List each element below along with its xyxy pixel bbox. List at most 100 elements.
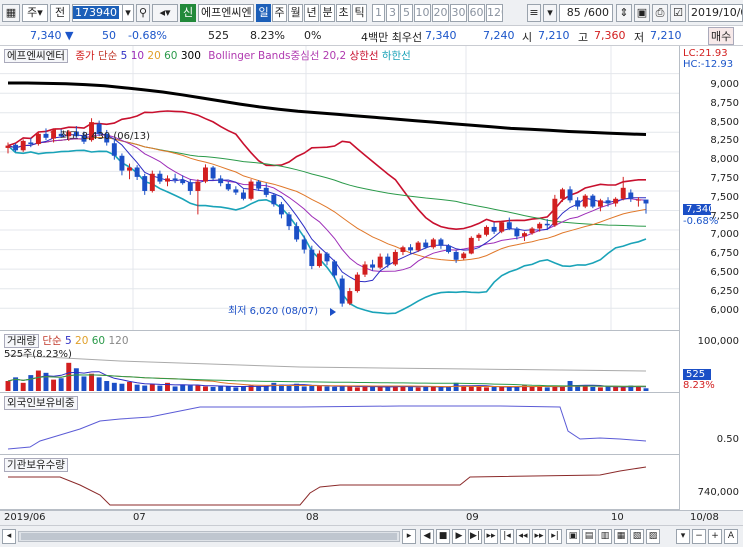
period-tab-6[interactable]: 틱: [352, 4, 367, 22]
candle-body: [111, 143, 117, 156]
ratio-value: 0%: [304, 29, 322, 42]
market-select[interactable]: 주▾: [22, 4, 48, 22]
volume-bar: [81, 376, 87, 391]
candle-body: [354, 274, 360, 292]
candle-body: [263, 187, 269, 195]
date-toggle-icon[interactable]: ☑: [670, 4, 686, 22]
price-axis: LC:21.93 HC:-12.93 9,000 8,750 8,500 8,250 8…: [679, 46, 743, 331]
volume-bar: [142, 385, 148, 391]
count-field[interactable]: 85 /600: [559, 4, 613, 22]
period-tab-5[interactable]: 초: [336, 4, 351, 22]
candle-body: [392, 251, 398, 265]
rewind-icon[interactable]: |◂: [500, 529, 514, 544]
arrows-icon[interactable]: ⇕: [616, 4, 632, 22]
open-label: 시: [522, 31, 533, 44]
period-tab-3[interactable]: 년: [304, 4, 319, 22]
save-icon[interactable]: ⎙: [652, 4, 668, 22]
zoom-out-icon[interactable]: −: [692, 529, 706, 544]
volume-bar: [430, 386, 436, 391]
stop-icon[interactable]: ■: [436, 529, 450, 544]
scroll-track[interactable]: [18, 531, 400, 542]
prev-icon[interactable]: ◂◂: [516, 529, 530, 544]
low-marker: [330, 308, 336, 316]
view-mode-2-icon[interactable]: ▤: [582, 529, 596, 544]
candle-body: [233, 189, 239, 193]
scroll-thumb[interactable]: [21, 533, 397, 540]
high-price: 7,360: [594, 29, 626, 42]
chevron-down-icon[interactable]: ▾: [676, 529, 690, 544]
view-mode-4-icon[interactable]: ▦: [614, 529, 628, 544]
legend-p5: 5: [120, 50, 128, 62]
candle-body: [13, 144, 19, 151]
candle-body: [20, 140, 26, 151]
type-select[interactable]: 전: [50, 4, 70, 22]
volume-bar: [529, 386, 535, 391]
zoom-in-icon[interactable]: +: [708, 529, 722, 544]
legend-p60: 60: [164, 50, 178, 62]
interval-1[interactable]: 3: [386, 4, 399, 22]
interval-0[interactable]: 1: [372, 4, 385, 22]
date-field[interactable]: 2019/10/0: [688, 4, 743, 22]
chart-scrollbar: ◂ ▸ ◀ ■ ▶ ▶| ▸▸ |◂ ◂◂ ▸▸ ▸| ▣ ▤ ▥ ▦ ▧ ▨ …: [0, 525, 743, 547]
price-chart[interactable]: [0, 46, 679, 331]
period-tab-4[interactable]: 분: [320, 4, 335, 22]
institution-chart[interactable]: [0, 455, 679, 510]
legend-institution[interactable]: 기관보유수량: [4, 458, 68, 472]
view-mode-3-icon[interactable]: ▥: [598, 529, 612, 544]
price-tick-6: 7,500: [710, 191, 739, 203]
settings-icon[interactable]: ≡: [527, 4, 541, 22]
buy-button[interactable]: 매수: [708, 27, 735, 45]
volume-bar: [468, 386, 474, 391]
volume-bar: [73, 368, 79, 391]
view-mode-5-icon[interactable]: ▧: [630, 529, 644, 544]
candle-body: [203, 167, 208, 182]
code-dropdown-icon[interactable]: ▾: [122, 4, 134, 22]
interval-7[interactable]: 120: [486, 4, 503, 22]
candle-body: [316, 253, 322, 267]
period-tab-2[interactable]: 월: [288, 4, 303, 22]
scroll-left-icon[interactable]: ◂: [2, 529, 16, 544]
play-icon[interactable]: ▶: [452, 529, 466, 544]
candle-body: [240, 192, 246, 199]
play-back-icon[interactable]: ◀: [420, 529, 434, 544]
history-icon[interactable]: ◂▾: [152, 4, 178, 22]
candle-body: [635, 199, 641, 201]
date-label-sep: 09: [466, 512, 479, 523]
view-mode-1-icon[interactable]: ▣: [566, 529, 580, 544]
volume-current-tag: 525: [683, 369, 711, 380]
price-change-pct: -0.68%: [128, 29, 167, 42]
image-icon[interactable]: ▣: [634, 4, 650, 22]
volume-bar: [408, 386, 414, 391]
legend-stock-name[interactable]: 에프엔씨엔터: [4, 49, 68, 63]
text-size-icon[interactable]: A: [724, 529, 738, 544]
price-tick-9: 6,750: [710, 248, 739, 260]
step-icon[interactable]: ▸▸: [484, 529, 498, 544]
legend-foreign[interactable]: 외국인보유비중: [4, 396, 78, 410]
interval-3[interactable]: 10: [414, 4, 431, 22]
volume-bar: [590, 386, 596, 391]
fast-forward-icon[interactable]: ▶|: [468, 529, 482, 544]
candle-body: [643, 199, 649, 204]
menu-button[interactable]: 신: [180, 4, 196, 22]
period-tab-1[interactable]: 주: [272, 4, 287, 22]
interval-4[interactable]: 20: [432, 4, 449, 22]
market-grid-icon[interactable]: ▦: [2, 4, 20, 22]
candle-body: [582, 195, 588, 207]
last-icon[interactable]: ▸|: [548, 529, 562, 544]
chevron-down-icon[interactable]: ▾: [543, 4, 557, 22]
scroll-right-icon[interactable]: ▸: [402, 529, 416, 544]
candle-body: [370, 264, 376, 268]
foreign-tick: 0.50: [716, 434, 739, 445]
interval-6[interactable]: 60: [468, 4, 485, 22]
volume-bar: [66, 362, 72, 391]
search-icon[interactable]: ⚲: [136, 4, 150, 22]
next-icon[interactable]: ▸▸: [532, 529, 546, 544]
volume-bar: [423, 386, 429, 391]
foreign-chart[interactable]: [0, 393, 679, 455]
view-mode-6-icon[interactable]: ▨: [646, 529, 660, 544]
legend-bb: Bollinger Bands중심선 20,2: [208, 50, 347, 62]
period-tab-0[interactable]: 일: [256, 4, 271, 22]
interval-2[interactable]: 5: [400, 4, 413, 22]
interval-5[interactable]: 30: [450, 4, 467, 22]
legend-p20: 20: [147, 50, 161, 62]
